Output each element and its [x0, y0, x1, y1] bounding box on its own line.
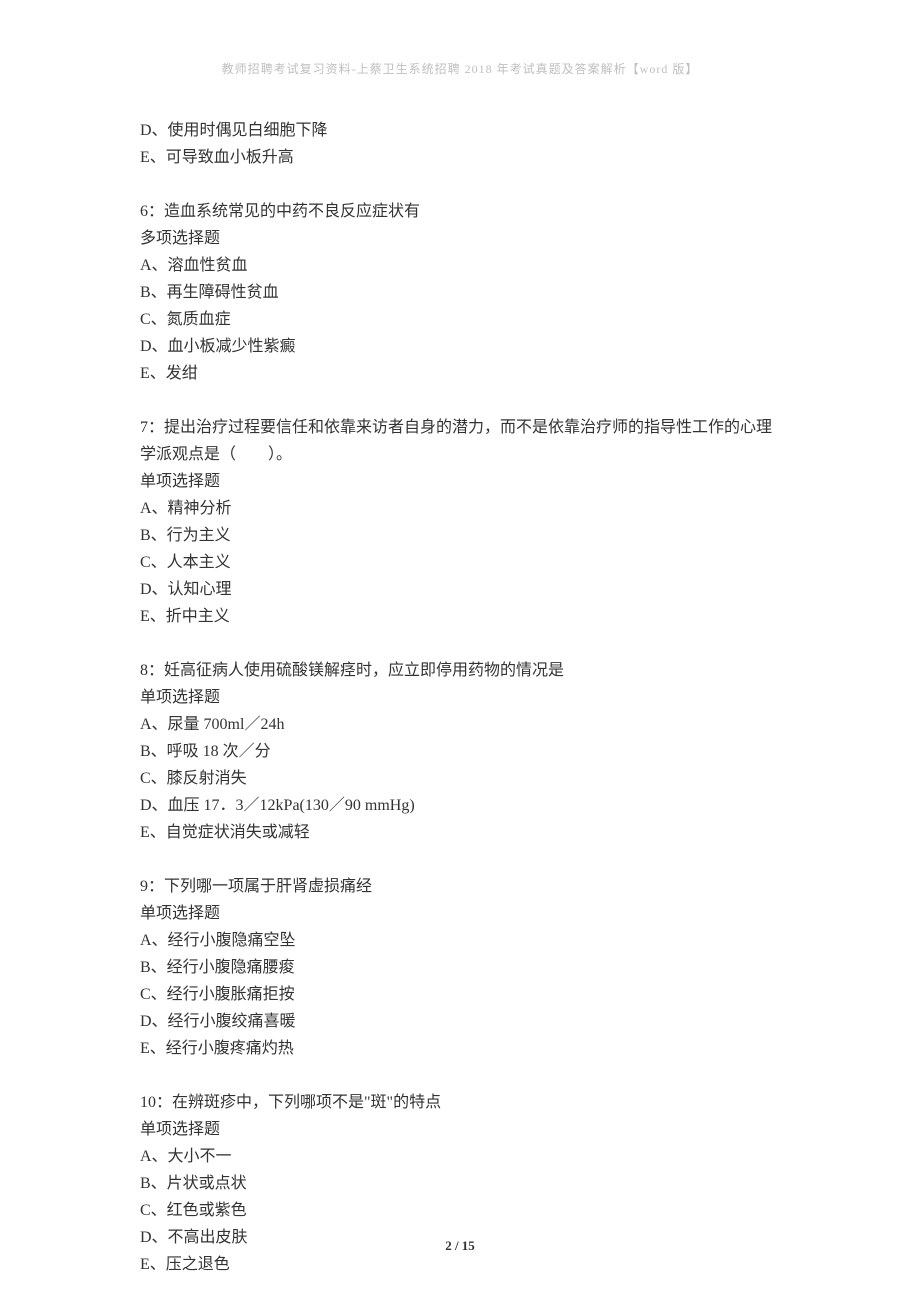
option-a: A、溶血性贫血	[140, 252, 780, 279]
option-b: B、经行小腹隐痛腰痠	[140, 954, 780, 981]
question-type: 单项选择题	[140, 1116, 780, 1143]
question-type: 单项选择题	[140, 900, 780, 927]
option-d: D、使用时偶见白细胞下降	[140, 117, 780, 144]
option-b: B、行为主义	[140, 522, 780, 549]
question-type: 单项选择题	[140, 468, 780, 495]
option-e: E、压之退色	[140, 1251, 780, 1278]
q5-tail: D、使用时偶见白细胞下降 E、可导致血小板升高	[140, 117, 780, 171]
option-c: C、人本主义	[140, 549, 780, 576]
option-d: D、血小板减少性紫癜	[140, 333, 780, 360]
option-e: E、经行小腹疼痛灼热	[140, 1035, 780, 1062]
option-b: B、再生障碍性贫血	[140, 279, 780, 306]
page: 教师招聘考试复习资料-上蔡卫生系统招聘 2018 年考试真题及答案解析【word…	[0, 0, 920, 1302]
option-a: A、精神分析	[140, 495, 780, 522]
option-c: C、经行小腹胀痛拒按	[140, 981, 780, 1008]
page-header: 教师招聘考试复习资料-上蔡卫生系统招聘 2018 年考试真题及答案解析【word…	[140, 60, 780, 77]
option-c: C、红色或紫色	[140, 1197, 780, 1224]
question-stem: 8：妊高征病人使用硫酸镁解痉时，应立即停用药物的情况是	[140, 657, 780, 684]
question-type: 多项选择题	[140, 225, 780, 252]
option-e: E、折中主义	[140, 603, 780, 630]
option-e: E、自觉症状消失或减轻	[140, 819, 780, 846]
option-a: A、经行小腹隐痛空坠	[140, 927, 780, 954]
question-stem: 10：在辨斑疹中，下列哪项不是"斑"的特点	[140, 1089, 780, 1116]
option-d: D、认知心理	[140, 576, 780, 603]
option-e: E、发绀	[140, 360, 780, 387]
q6: 6：造血系统常见的中药不良反应症状有 多项选择题 A、溶血性贫血 B、再生障碍性…	[140, 198, 780, 387]
option-d: D、血压 17．3／12kPa(130／90 mmHg)	[140, 792, 780, 819]
question-stem: 6：造血系统常见的中药不良反应症状有	[140, 198, 780, 225]
option-c: C、氮质血症	[140, 306, 780, 333]
q7: 7：提出治疗过程要信任和依靠来访者自身的潜力，而不是依靠治疗师的指导性工作的心理…	[140, 414, 780, 630]
option-b: B、呼吸 18 次／分	[140, 738, 780, 765]
option-a: A、尿量 700ml／24h	[140, 711, 780, 738]
option-c: C、膝反射消失	[140, 765, 780, 792]
option-e: E、可导致血小板升高	[140, 144, 780, 171]
option-b: B、片状或点状	[140, 1170, 780, 1197]
question-stem: 9：下列哪一项属于肝肾虚损痛经	[140, 873, 780, 900]
question-stem-line2: 学派观点是（ ）。	[140, 441, 780, 468]
question-stem-line1: 7：提出治疗过程要信任和依靠来访者自身的潜力，而不是依靠治疗师的指导性工作的心理	[140, 414, 780, 441]
page-number: 2 / 15	[0, 1238, 920, 1254]
option-a: A、大小不一	[140, 1143, 780, 1170]
question-type: 单项选择题	[140, 684, 780, 711]
body: D、使用时偶见白细胞下降 E、可导致血小板升高 6：造血系统常见的中药不良反应症…	[140, 117, 780, 1278]
q9: 9：下列哪一项属于肝肾虚损痛经 单项选择题 A、经行小腹隐痛空坠 B、经行小腹隐…	[140, 873, 780, 1062]
q8: 8：妊高征病人使用硫酸镁解痉时，应立即停用药物的情况是 单项选择题 A、尿量 7…	[140, 657, 780, 846]
option-d: D、经行小腹绞痛喜暖	[140, 1008, 780, 1035]
